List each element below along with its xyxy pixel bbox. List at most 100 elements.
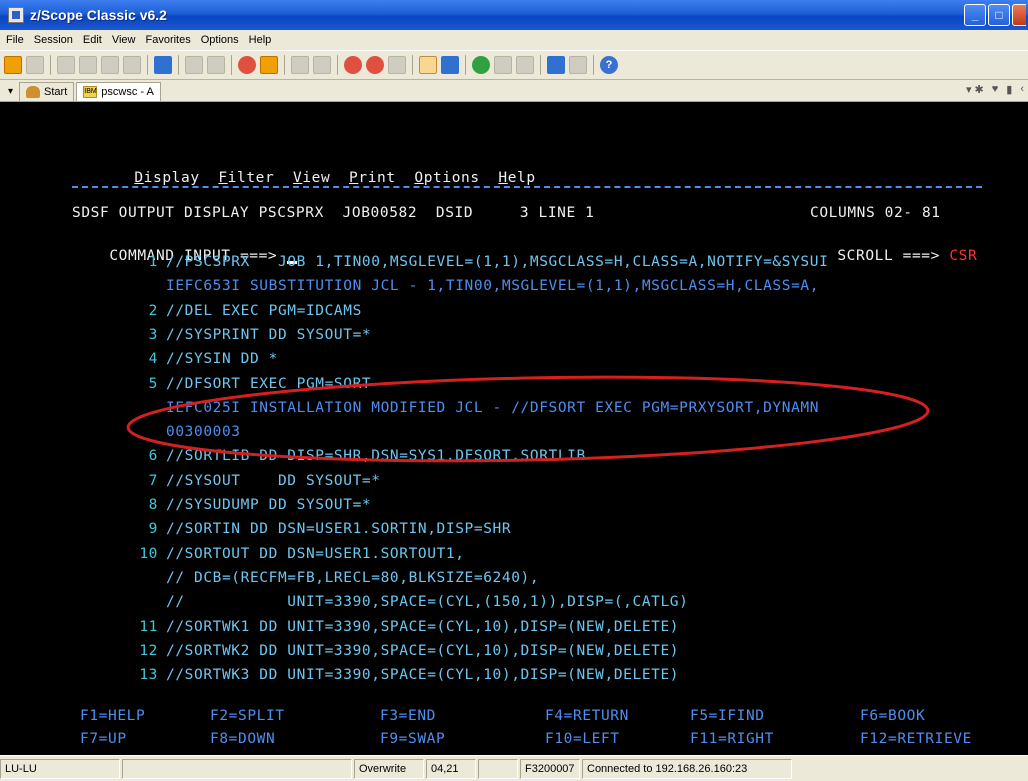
maximize-button[interactable]: □ <box>988 4 1010 26</box>
line-text: //SYSOUT DD SYSOUT=* <box>166 472 381 489</box>
line-text: IEFC025I INSTALLATION MODIFIED JCL - //D… <box>166 399 820 416</box>
menu-help[interactable]: Help <box>249 34 272 46</box>
function-key[interactable]: F2=SPLIT <box>210 706 285 726</box>
line-text: //SYSPRINT DD SYSOUT=* <box>166 326 372 343</box>
function-key[interactable]: F10=LEFT <box>545 729 620 749</box>
session-icon[interactable] <box>419 56 437 74</box>
link-icon[interactable] <box>291 56 309 74</box>
menu-options[interactable]: Options <box>201 34 239 46</box>
menu-options[interactable]: Options <box>414 170 479 186</box>
output-line: 11 //SORTWK1 DD UNIT=3390,SPACE=(CYL,10),… <box>118 617 679 637</box>
line-text: //SORTIN DD DSN=USER1.SORTIN,DISP=SHR <box>166 521 512 538</box>
scroll-value[interactable]: CSR <box>949 248 977 264</box>
unlink-icon[interactable] <box>313 56 331 74</box>
line-text: //DFSORT EXEC PGM=SORT <box>166 375 372 392</box>
menu-view[interactable]: View <box>293 170 330 186</box>
toolbar-separator <box>465 55 466 75</box>
scroll-icon[interactable]: ‹ <box>1020 83 1024 96</box>
line-text: //SORTWK3 DD UNIT=3390,SPACE=(CYL,10),DI… <box>166 667 680 684</box>
sdsf-header-columns: COLUMNS 02- 81 <box>810 205 941 221</box>
line-text: IEFC653I SUBSTITUTION JCL - 1,TIN00,MSGL… <box>166 278 820 295</box>
script-icon[interactable] <box>441 56 459 74</box>
back-icon[interactable] <box>472 56 490 74</box>
line-number: 1 <box>148 254 158 270</box>
sdsf-menu: Display Filter View Print Options Help <box>97 148 536 186</box>
tab-bar-tools: ▾ ✱ ♥ ▮ ‹ <box>966 83 1024 96</box>
menu-filter[interactable]: Filter <box>218 170 274 186</box>
menu-file[interactable]: File <box>6 34 24 46</box>
toolbar-separator <box>50 55 51 75</box>
settings-icon[interactable]: ▾ ✱ <box>966 83 984 96</box>
close-button[interactable] <box>1012 4 1026 26</box>
page-icon[interactable]: ▮ <box>1006 83 1012 96</box>
line-number: 9 <box>148 521 158 538</box>
favorite-icon[interactable]: ♥ <box>992 83 999 96</box>
menu-print[interactable]: Print <box>349 170 396 186</box>
menu-view[interactable]: View <box>112 34 136 46</box>
output-line: 12 //SORTWK2 DD UNIT=3390,SPACE=(CYL,10),… <box>118 641 679 661</box>
status-blank-2 <box>478 758 518 779</box>
output-line: IEFC653I SUBSTITUTION JCL - 1,TIN00,MSGL… <box>118 276 819 296</box>
toolbar: ? <box>0 50 1028 80</box>
menu-divider <box>72 186 982 188</box>
home-icon[interactable] <box>516 56 534 74</box>
screen-icon[interactable] <box>547 56 565 74</box>
paste-icon[interactable] <box>185 56 203 74</box>
function-key[interactable]: F12=RETRIEVE <box>860 729 972 749</box>
connect-icon[interactable] <box>26 56 44 74</box>
minimize-button[interactable]: _ <box>964 4 986 26</box>
print-icon[interactable] <box>57 56 75 74</box>
line-number: 3 <box>148 326 158 343</box>
output-line: // DCB=(RECFM=FB,LRECL=80,BLKSIZE=6240), <box>118 568 539 588</box>
line-number: 8 <box>148 497 158 513</box>
line-number: 12 <box>139 642 158 659</box>
lightning-icon[interactable] <box>4 56 22 74</box>
document-icon[interactable] <box>207 56 225 74</box>
transfer-icon[interactable] <box>154 56 172 74</box>
tab-label: Start <box>44 86 68 98</box>
macro-record-icon[interactable] <box>238 56 256 74</box>
status-cursor-pos: 04,21 <box>426 758 476 779</box>
folder-icon[interactable] <box>388 56 406 74</box>
scroll-label: SCROLL ===> <box>837 248 940 264</box>
tab-label: pscwsc - A <box>101 86 154 98</box>
window-icon[interactable] <box>569 56 587 74</box>
tab-pscwsc[interactable]: IBM pscwsc - A <box>76 82 161 101</box>
tab-menu-icon[interactable]: ▾ <box>8 86 13 97</box>
session-tab-bar: ▾ Start IBM pscwsc - A ▾ ✱ ♥ ▮ ‹ <box>0 80 1028 102</box>
terminal-session-icon: IBM <box>83 86 98 98</box>
output-line: 4 //SYSIN DD * <box>118 349 278 369</box>
output-line: 1 //PSCSPRX JOB 1,TIN00,MSGLEVEL=(1,1),MS… <box>118 252 828 272</box>
delete-icon[interactable] <box>123 56 141 74</box>
toolbar-separator <box>412 55 413 75</box>
menu-edit[interactable]: Edit <box>83 34 102 46</box>
help-icon[interactable]: ? <box>600 56 618 74</box>
output-line: 8 //SYSUDUMP DD SYSOUT=* <box>118 495 371 515</box>
function-key[interactable]: F7=UP <box>80 729 127 749</box>
function-key[interactable]: F11=RIGHT <box>690 729 774 749</box>
terminal-screen[interactable]: Display Filter View Print Options Help S… <box>0 102 1028 755</box>
line-text: //SORTOUT DD DSN=USER1.SORTOUT1, <box>166 545 465 562</box>
function-key[interactable]: F9=SWAP <box>380 729 445 749</box>
copy-icon[interactable] <box>101 56 119 74</box>
stop-icon[interactable] <box>344 56 362 74</box>
cut-icon[interactable] <box>79 56 97 74</box>
function-key[interactable]: F8=DOWN <box>210 729 275 749</box>
tab-start[interactable]: Start <box>19 82 75 101</box>
function-key[interactable]: F6=BOOK <box>860 706 925 726</box>
function-key[interactable]: F1=HELP <box>80 706 145 726</box>
function-key[interactable]: F4=RETURN <box>545 706 629 726</box>
refresh-icon[interactable] <box>366 56 384 74</box>
function-key[interactable]: F5=IFIND <box>690 706 765 726</box>
macro-play-icon[interactable] <box>260 56 278 74</box>
menu-help[interactable]: Help <box>498 170 535 186</box>
line-number: 5 <box>148 375 158 392</box>
line-text: // UNIT=3390,SPACE=(CYL,(150,1)),DISP=(,… <box>166 594 689 611</box>
menu-favorites[interactable]: Favorites <box>146 34 191 46</box>
menu-display[interactable]: Display <box>134 170 199 186</box>
output-line: // UNIT=3390,SPACE=(CYL,(150,1)),DISP=(,… <box>118 592 688 612</box>
function-key[interactable]: F3=END <box>380 706 436 726</box>
forward-icon[interactable] <box>494 56 512 74</box>
menu-session[interactable]: Session <box>34 34 73 46</box>
line-text: //PSCSPRX JOB 1,TIN00,MSGLEVEL=(1,1),MSG… <box>166 254 829 270</box>
